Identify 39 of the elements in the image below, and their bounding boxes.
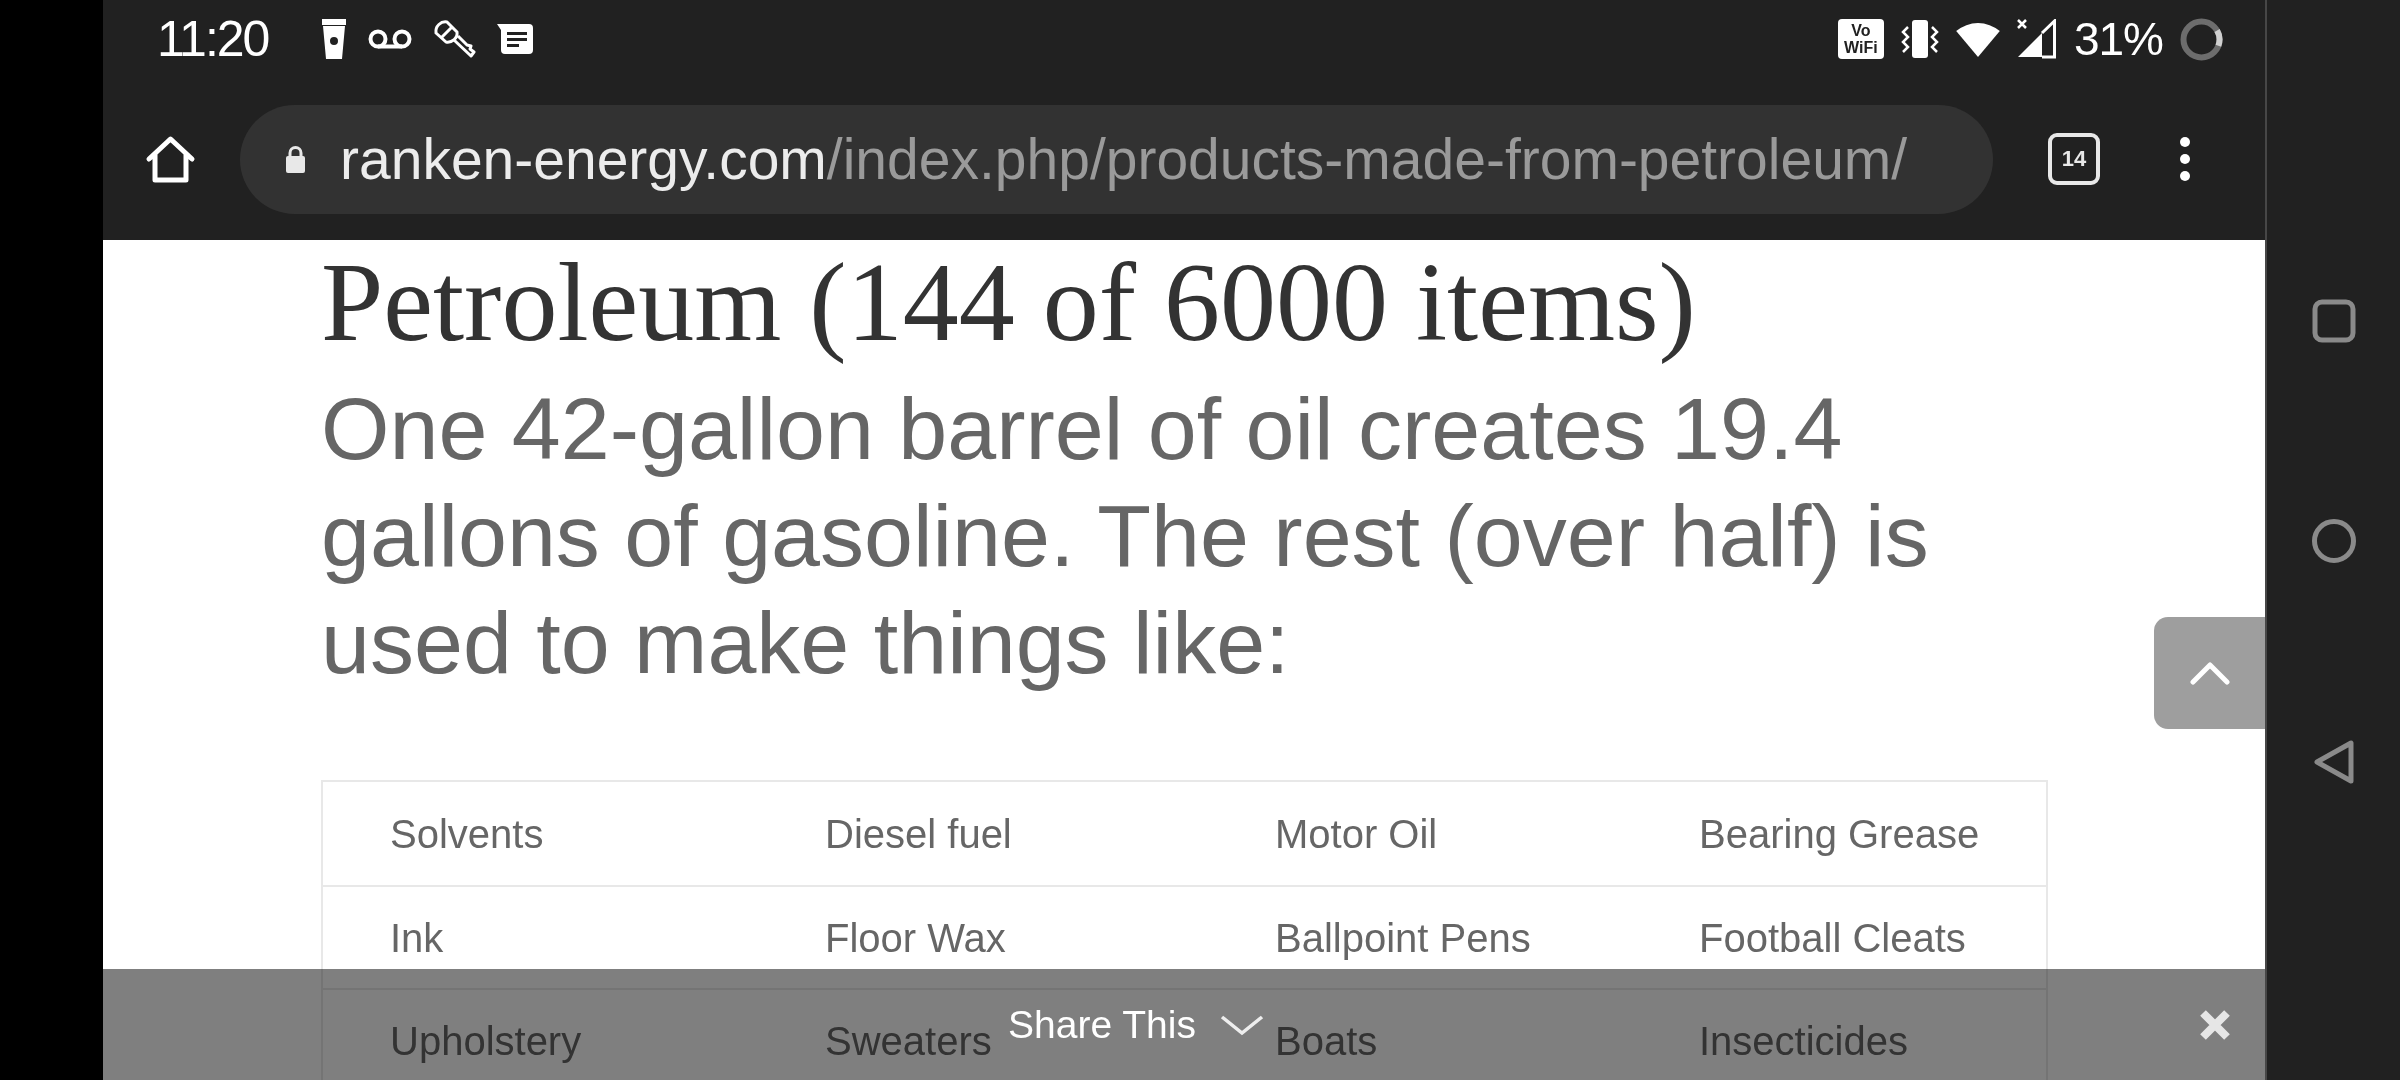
cup-icon [321, 19, 348, 59]
menu-icon[interactable] [2180, 137, 2190, 181]
product-name: Motor Oil [1275, 810, 1438, 858]
product-name: Sweaters [825, 1017, 992, 1065]
scroll-to-top-button[interactable] [2154, 617, 2265, 729]
battery-percent: 31% [2073, 16, 2163, 62]
product-name: Floor Wax [825, 914, 1006, 962]
share-toggle[interactable]: Share This [1008, 1002, 1265, 1047]
product-name: Bearing Grease [1699, 810, 1980, 858]
lock-icon [285, 144, 306, 174]
key-icon [433, 19, 477, 59]
vibrate-icon [1900, 19, 1939, 59]
close-icon[interactable] [2198, 1007, 2232, 1042]
signal-icon [2016, 19, 2057, 59]
product-name: Upholstery [390, 1017, 582, 1065]
product-name: Insecticides [1699, 1017, 1908, 1065]
back-triangle-icon[interactable] [2312, 739, 2355, 785]
message-icon [497, 24, 534, 54]
address-bar[interactable]: ranken-energy.com/index.php/products-made-from-petroleum/ [240, 104, 1993, 214]
voicemail-icon [368, 29, 413, 49]
product-name: Solvents [390, 810, 544, 858]
product-name: Boats [1275, 1017, 1378, 1065]
url-text: ranken-energy.com/index.php/products-made-from-petroleum/ [340, 125, 1908, 193]
home-icon[interactable] [145, 135, 196, 183]
wifi-icon [1955, 21, 2000, 57]
circle-icon[interactable] [2311, 519, 2356, 563]
product-name: Ink [390, 914, 444, 962]
wifi-calling-badge: Vo WiFi [1837, 19, 1884, 59]
tab-switcher-button[interactable]: 14 [2048, 133, 2100, 185]
battery-ring-icon [2180, 17, 2223, 61]
chevron-down-icon [1218, 1013, 1265, 1036]
square-icon[interactable] [2311, 299, 2356, 343]
status-time: 11:20 [157, 14, 269, 64]
product-name: Ballpoint Pens [1275, 914, 1531, 962]
product-name: Football Cleats [1699, 914, 1966, 962]
intro-paragraph: One 42-gallon barrel of oil creates 19.4 gallons of gasoline. The rest (over half) is used to make things like: [321, 378, 1930, 695]
product-name: Diesel fuel [825, 810, 1012, 858]
chevron-up-icon [2189, 661, 2230, 685]
page-heading: Petroleum (144 of 6000 items) [321, 240, 1696, 366]
